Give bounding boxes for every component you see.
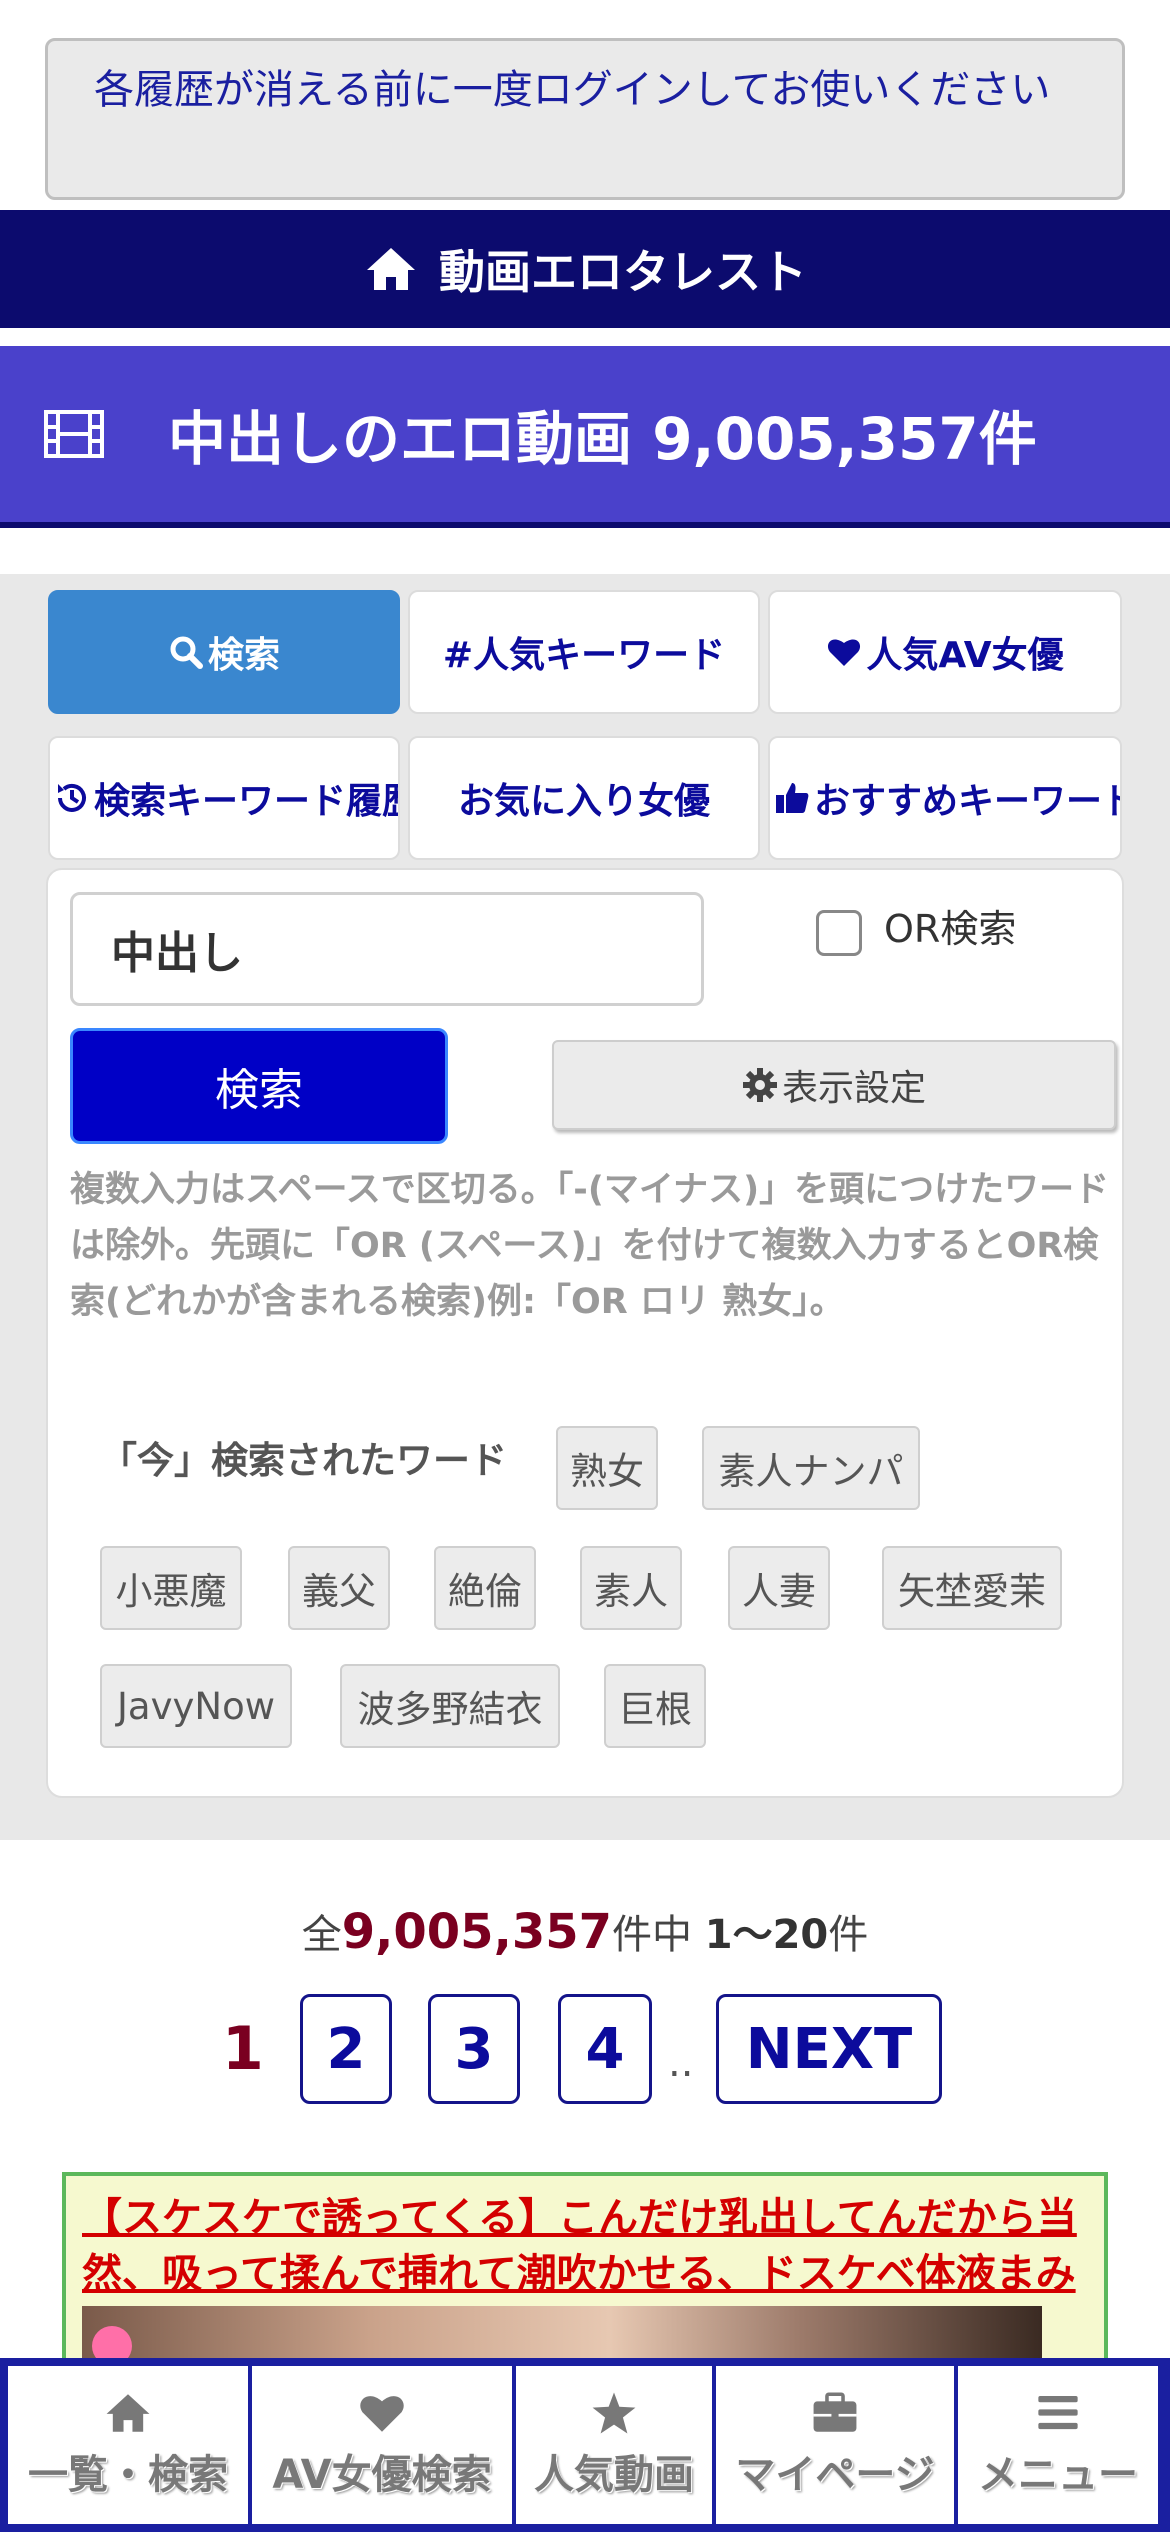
trending-word[interactable]: 素人ナンパ	[702, 1426, 920, 1510]
nav-list-search[interactable]: 一覧・検索	[8, 2366, 248, 2524]
home-icon	[367, 248, 415, 290]
result-count-middle: 件中	[612, 1912, 693, 1958]
nav-popular-videos-label: 人気動画	[534, 2452, 694, 2498]
tab-favorite-actresses[interactable]: お気に入り女優	[408, 736, 760, 860]
search-button-label: 検索	[215, 1065, 303, 1116]
tab-popular-keywords[interactable]: #人気キーワード	[408, 590, 760, 714]
home-icon	[106, 2394, 150, 2432]
trending-word[interactable]: 人妻	[728, 1546, 830, 1630]
heart-icon	[828, 639, 861, 666]
or-search-checkbox[interactable]	[816, 910, 862, 956]
site-title: 動画エロタレスト	[439, 245, 807, 299]
pagination-page[interactable]: 3	[428, 1994, 520, 2104]
trending-word[interactable]: 熟女	[556, 1426, 658, 1510]
star-icon	[592, 2392, 636, 2434]
nav-my-page[interactable]: マイページ	[716, 2366, 954, 2524]
nav-popular-videos[interactable]: 人気動画	[516, 2366, 712, 2524]
display-settings-button[interactable]: 表示設定	[552, 1040, 1116, 1130]
search-help-text: 複数入力はスペースで区切る。「-(マイナス)」を頭につけたワードは除外。先頭に「…	[70, 1170, 1110, 1322]
page: 各履歴が消える前に一度ログインしてお使いください 動画エロタレスト 中出しのエロ…	[0, 0, 1170, 2532]
login-notice: 各履歴が消える前に一度ログインしてお使いください	[45, 38, 1125, 200]
nav-list-search-label: 一覧・検索	[28, 2452, 228, 2498]
result-count-prefix: 全	[301, 1912, 342, 1958]
search-form: 中出し OR検索 検索 表示設定 複数入力はスペースで区切る。「-(マイナス)」	[46, 868, 1124, 1798]
site-header[interactable]: 動画エロタレスト	[0, 210, 1170, 328]
display-settings-label: 表示設定	[781, 1068, 926, 1109]
trending-word[interactable]: 巨根	[604, 1664, 706, 1748]
tab-search-history[interactable]: 検索キーワード履歴	[48, 736, 400, 860]
search-input-value: 中出し	[111, 928, 243, 979]
page-heading: 中出しのエロ動画 9,005,357件	[0, 346, 1170, 528]
tab-search[interactable]: 検索	[48, 590, 400, 714]
nav-actress-search[interactable]: AV女優検索	[252, 2366, 512, 2524]
or-search-option[interactable]: OR検索	[816, 894, 1016, 956]
nav-actress-search-label: AV女優検索	[272, 2452, 492, 2498]
or-search-label: OR検索	[884, 906, 1017, 951]
trending-word[interactable]: 絶倫	[434, 1546, 536, 1630]
result-count-suffix: 件	[828, 1912, 869, 1958]
trending-word[interactable]: JavyNow	[100, 1664, 292, 1748]
thumbs-up-icon	[776, 783, 809, 813]
film-icon	[44, 410, 104, 458]
tab-popular-keywords-label: #人気キーワード	[442, 635, 726, 676]
trending-word[interactable]: 小悪魔	[100, 1546, 242, 1630]
bottom-navigation: 一覧・検索 AV女優検索 人気動画 マイページ メニュー	[0, 2358, 1170, 2532]
tab-popular-actresses-label: 人気AV女優	[866, 635, 1064, 676]
gear-icon	[742, 1068, 777, 1102]
nav-my-page-label: マイページ	[735, 2452, 935, 2498]
tab-popular-actresses[interactable]: 人気AV女優	[768, 590, 1122, 714]
nav-menu[interactable]: メニュー	[958, 2366, 1158, 2524]
trending-label: 「今」検索されたワード	[100, 1439, 507, 1482]
pagination-current: 1	[222, 2014, 264, 2084]
menu-icon	[1038, 2396, 1078, 2430]
pagination-page[interactable]: 2	[300, 1994, 392, 2104]
tab-search-label: 検索	[207, 635, 280, 676]
search-button[interactable]: 検索	[70, 1028, 448, 1144]
pagination-ellipsis: ..	[668, 2040, 694, 2086]
heart-icon	[360, 2396, 404, 2432]
result-count: 全9,005,357件中 1〜20件	[0, 1902, 1170, 1960]
page-title: 中出しのエロ動画 9,005,357件	[168, 405, 1037, 473]
tab-recommended-keywords[interactable]: おすすめキーワード	[768, 736, 1122, 860]
history-icon	[58, 783, 86, 812]
search-icon	[170, 636, 203, 669]
trending-word[interactable]: 矢埜愛茉	[882, 1546, 1062, 1630]
trending-word[interactable]: 義父	[288, 1546, 390, 1630]
login-notice-text: 各履歴が消える前に一度ログインしてお使いください	[94, 67, 1051, 113]
pagination-page[interactable]: 4	[558, 1994, 652, 2104]
trending-word[interactable]: 波多野結衣	[340, 1664, 560, 1748]
trending-word[interactable]: 素人	[580, 1546, 682, 1630]
nav-menu-label: メニュー	[978, 2452, 1138, 2498]
tab-favorite-actresses-label: お気に入り女優	[457, 781, 710, 822]
search-input[interactable]: 中出し	[70, 892, 704, 1006]
pagination-next-button[interactable]: NEXT	[716, 1994, 942, 2104]
briefcase-icon	[813, 2392, 857, 2432]
result-range: 1〜20	[704, 1912, 829, 1958]
tab-recommended-keywords-label: おすすめキーワード	[814, 781, 1122, 822]
tab-search-history-label: 検索キーワード履歴	[94, 781, 400, 822]
result-total: 9,005,357	[341, 1904, 613, 1960]
